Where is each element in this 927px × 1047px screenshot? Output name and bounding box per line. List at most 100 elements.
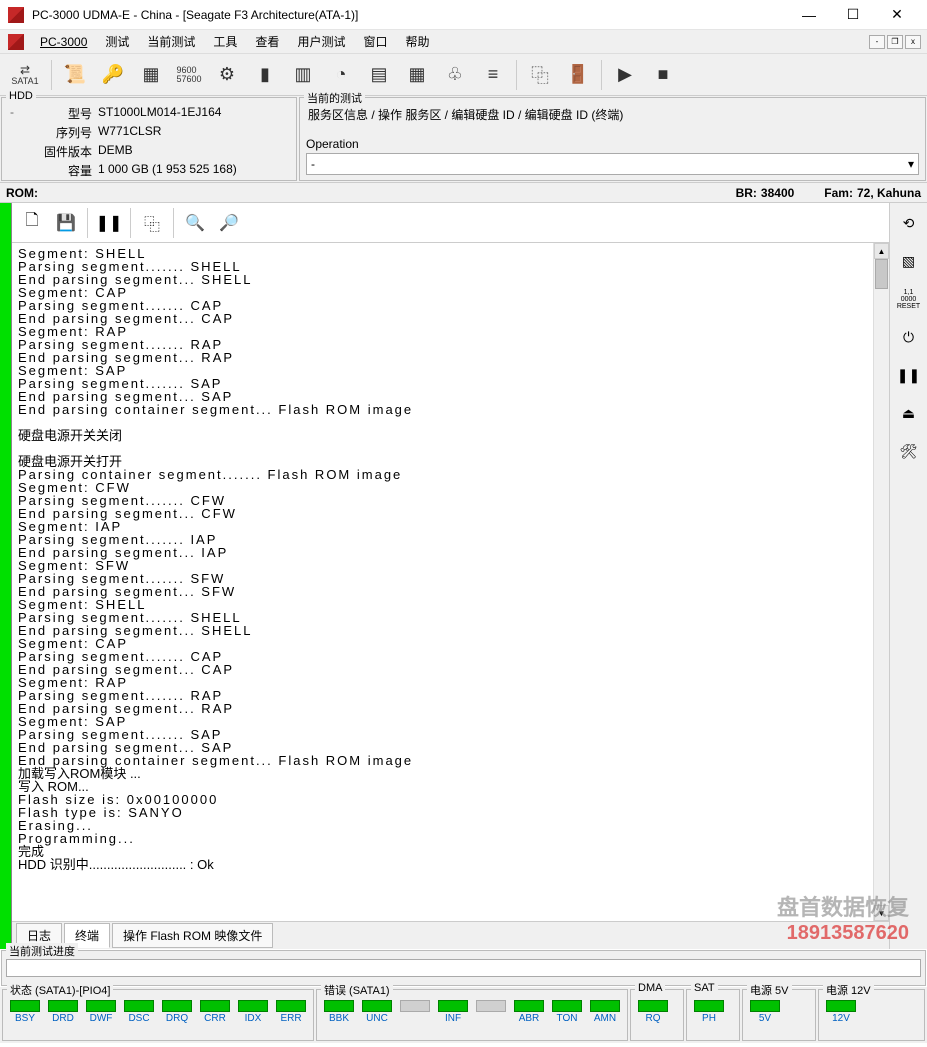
led-indicator (590, 1000, 620, 1012)
key-icon[interactable]: 🔑 (95, 57, 131, 93)
led-indicator (276, 1000, 306, 1012)
hdd-cap-value: 1 000 GB (1 953 525 168) (98, 162, 237, 179)
close-button[interactable]: ✕ (875, 0, 919, 30)
menu-user-test[interactable]: 用户测试 (289, 31, 353, 52)
app-menu-icon (8, 34, 24, 50)
menu-app[interactable]: PC-3000 (32, 33, 95, 51)
chip-icon[interactable]: ▦ (133, 57, 169, 93)
led-cell: ABR (511, 1000, 547, 1024)
maximize-button[interactable]: ☐ (831, 0, 875, 30)
hdd-serial-label: 序列号 (18, 124, 98, 141)
menu-help[interactable]: 帮助 (397, 31, 437, 52)
led-label: TON (557, 1013, 578, 1024)
led-label: RQ (646, 1013, 661, 1024)
find-next-icon[interactable]: 🔎 (213, 207, 245, 239)
window-title: PC-3000 UDMA-E - China - [Seagate F3 Arc… (32, 8, 787, 22)
operation-combo[interactable]: - ▾ (306, 153, 919, 175)
led-indicator (238, 1000, 268, 1012)
minimize-button[interactable]: — (787, 0, 831, 30)
pause-icon[interactable]: ❚❚ (93, 207, 125, 239)
br-value: 38400 (761, 186, 794, 200)
operation-value: - (311, 157, 315, 171)
gear-icon[interactable]: ⚙ (209, 57, 245, 93)
status-strip-indicator (0, 203, 12, 949)
led-indicator (638, 1000, 668, 1012)
led-cell: CRR (197, 1000, 233, 1024)
scroll-thumb[interactable] (875, 259, 888, 289)
menu-window[interactable]: 窗口 (355, 31, 395, 52)
power-icon[interactable]: ⏻ (895, 325, 923, 349)
mdi-close[interactable]: x (905, 35, 921, 49)
led-indicator (438, 1000, 468, 1012)
menu-view[interactable]: 查看 (247, 31, 287, 52)
new-file-icon[interactable]: 🗋 (16, 207, 48, 239)
save-icon[interactable]: 💾 (50, 207, 82, 239)
chevron-down-icon: ▾ (908, 157, 914, 171)
led-cell: UNC (359, 1000, 395, 1024)
hdd-serial-value: W771CLSR (98, 124, 161, 141)
led-cell (473, 1000, 509, 1024)
display-icon[interactable]: 960057600 (171, 57, 207, 93)
copy-icon[interactable]: ⿻ (136, 207, 168, 239)
mdi-minimize[interactable]: - (869, 35, 885, 49)
tab-flash-rom[interactable]: 操作 Flash ROM 映像文件 (112, 923, 273, 948)
led-indicator (362, 1000, 392, 1012)
copy-icon[interactable]: ⿻ (522, 57, 558, 93)
fam-label: Fam: (824, 186, 853, 200)
log-line: 硬盘电源开关关闭 (18, 429, 867, 442)
log-line: 加载写入ROM模块 ... (18, 767, 867, 780)
led-cell: RQ (635, 1000, 671, 1024)
grid-icon[interactable]: ▦ (399, 57, 435, 93)
scroll-down-icon[interactable]: ▼ (874, 905, 889, 921)
scroll-up-icon[interactable]: ▲ (874, 243, 889, 259)
vertical-scrollbar[interactable]: ▲ ▼ (873, 243, 889, 921)
register-icon[interactable]: ▧ (895, 249, 923, 273)
led-label: DSC (128, 1013, 149, 1024)
led-label: INF (445, 1013, 461, 1024)
exit-icon[interactable]: 🚪 (560, 57, 596, 93)
led-indicator (48, 1000, 78, 1012)
reset-icon[interactable]: ⟲ (895, 211, 923, 235)
app-icon (8, 7, 24, 23)
dma-title: DMA (635, 982, 665, 994)
log-line: Parsing container segment....... Flash R… (18, 468, 867, 481)
led-cell: AMN (587, 1000, 623, 1024)
menu-test[interactable]: 测试 (97, 31, 137, 52)
play-icon[interactable]: ▶ (607, 57, 643, 93)
state-title: 状态 (SATA1)-[PIO4] (7, 982, 113, 998)
tree-icon[interactable]: ♧ (437, 57, 473, 93)
status-strip: 状态 (SATA1)-[PIO4] BSYDRDDWFDSCDRQCRRIDXE… (0, 987, 927, 1043)
led-indicator (552, 1000, 582, 1012)
hdd-info-panel: HDD -型号ST1000LM014-1EJ164 序列号W771CLSR 固件… (1, 97, 297, 181)
log-line (18, 442, 867, 455)
led-indicator (476, 1000, 506, 1012)
stop-icon[interactable]: ■ (645, 57, 681, 93)
drive-icon[interactable]: ◔ (323, 57, 359, 93)
sata-port-button[interactable]: ⇄ SATA1 (4, 57, 46, 93)
log-line: End parsing segment... IAP (18, 546, 867, 559)
led-cell: DSC (121, 1000, 157, 1024)
menu-current-test[interactable]: 当前测试 (139, 31, 203, 52)
script-icon[interactable]: 📜 (57, 57, 93, 93)
log-line: HDD 识别中........................... : Ok (18, 858, 867, 871)
table-icon[interactable]: ▤ (361, 57, 397, 93)
module-icon[interactable]: ▥ (285, 57, 321, 93)
led-indicator (10, 1000, 40, 1012)
terminal-log[interactable]: Segment: SHELLParsing segment....... SHE… (12, 243, 873, 921)
current-test-panel: 当前的测试 服务区信息 / 操作 服务区 / 编辑硬盘 ID / 编辑硬盘 ID… (299, 97, 926, 181)
led-cell: PH (691, 1000, 727, 1024)
counter-icon[interactable]: 1,10000RESET (895, 287, 923, 311)
expand-icon[interactable]: - (6, 105, 18, 122)
memory-icon[interactable]: ▮ (247, 57, 283, 93)
list-icon[interactable]: ≡ (475, 57, 511, 93)
pause-icon[interactable]: ❚❚ (895, 363, 923, 387)
menu-tools[interactable]: 工具 (205, 31, 245, 52)
mdi-restore[interactable]: ❐ (887, 35, 903, 49)
tools-icon[interactable]: 🛠 (895, 439, 923, 463)
log-line: End parsing segment... CAP (18, 312, 867, 325)
main-toolbar: ⇄ SATA1 📜 🔑 ▦ 960057600 ⚙ ▮ ▥ ◔ ▤ ▦ ♧ ≡ … (0, 54, 927, 96)
breadcrumb: 服务区信息 / 操作 服务区 / 编辑硬盘 ID / 编辑硬盘 ID (终端) (306, 102, 919, 127)
find-icon[interactable]: 🔍 (179, 207, 211, 239)
path-header: 当前的测试 (304, 90, 365, 106)
eject-icon[interactable]: ⏏ (895, 401, 923, 425)
